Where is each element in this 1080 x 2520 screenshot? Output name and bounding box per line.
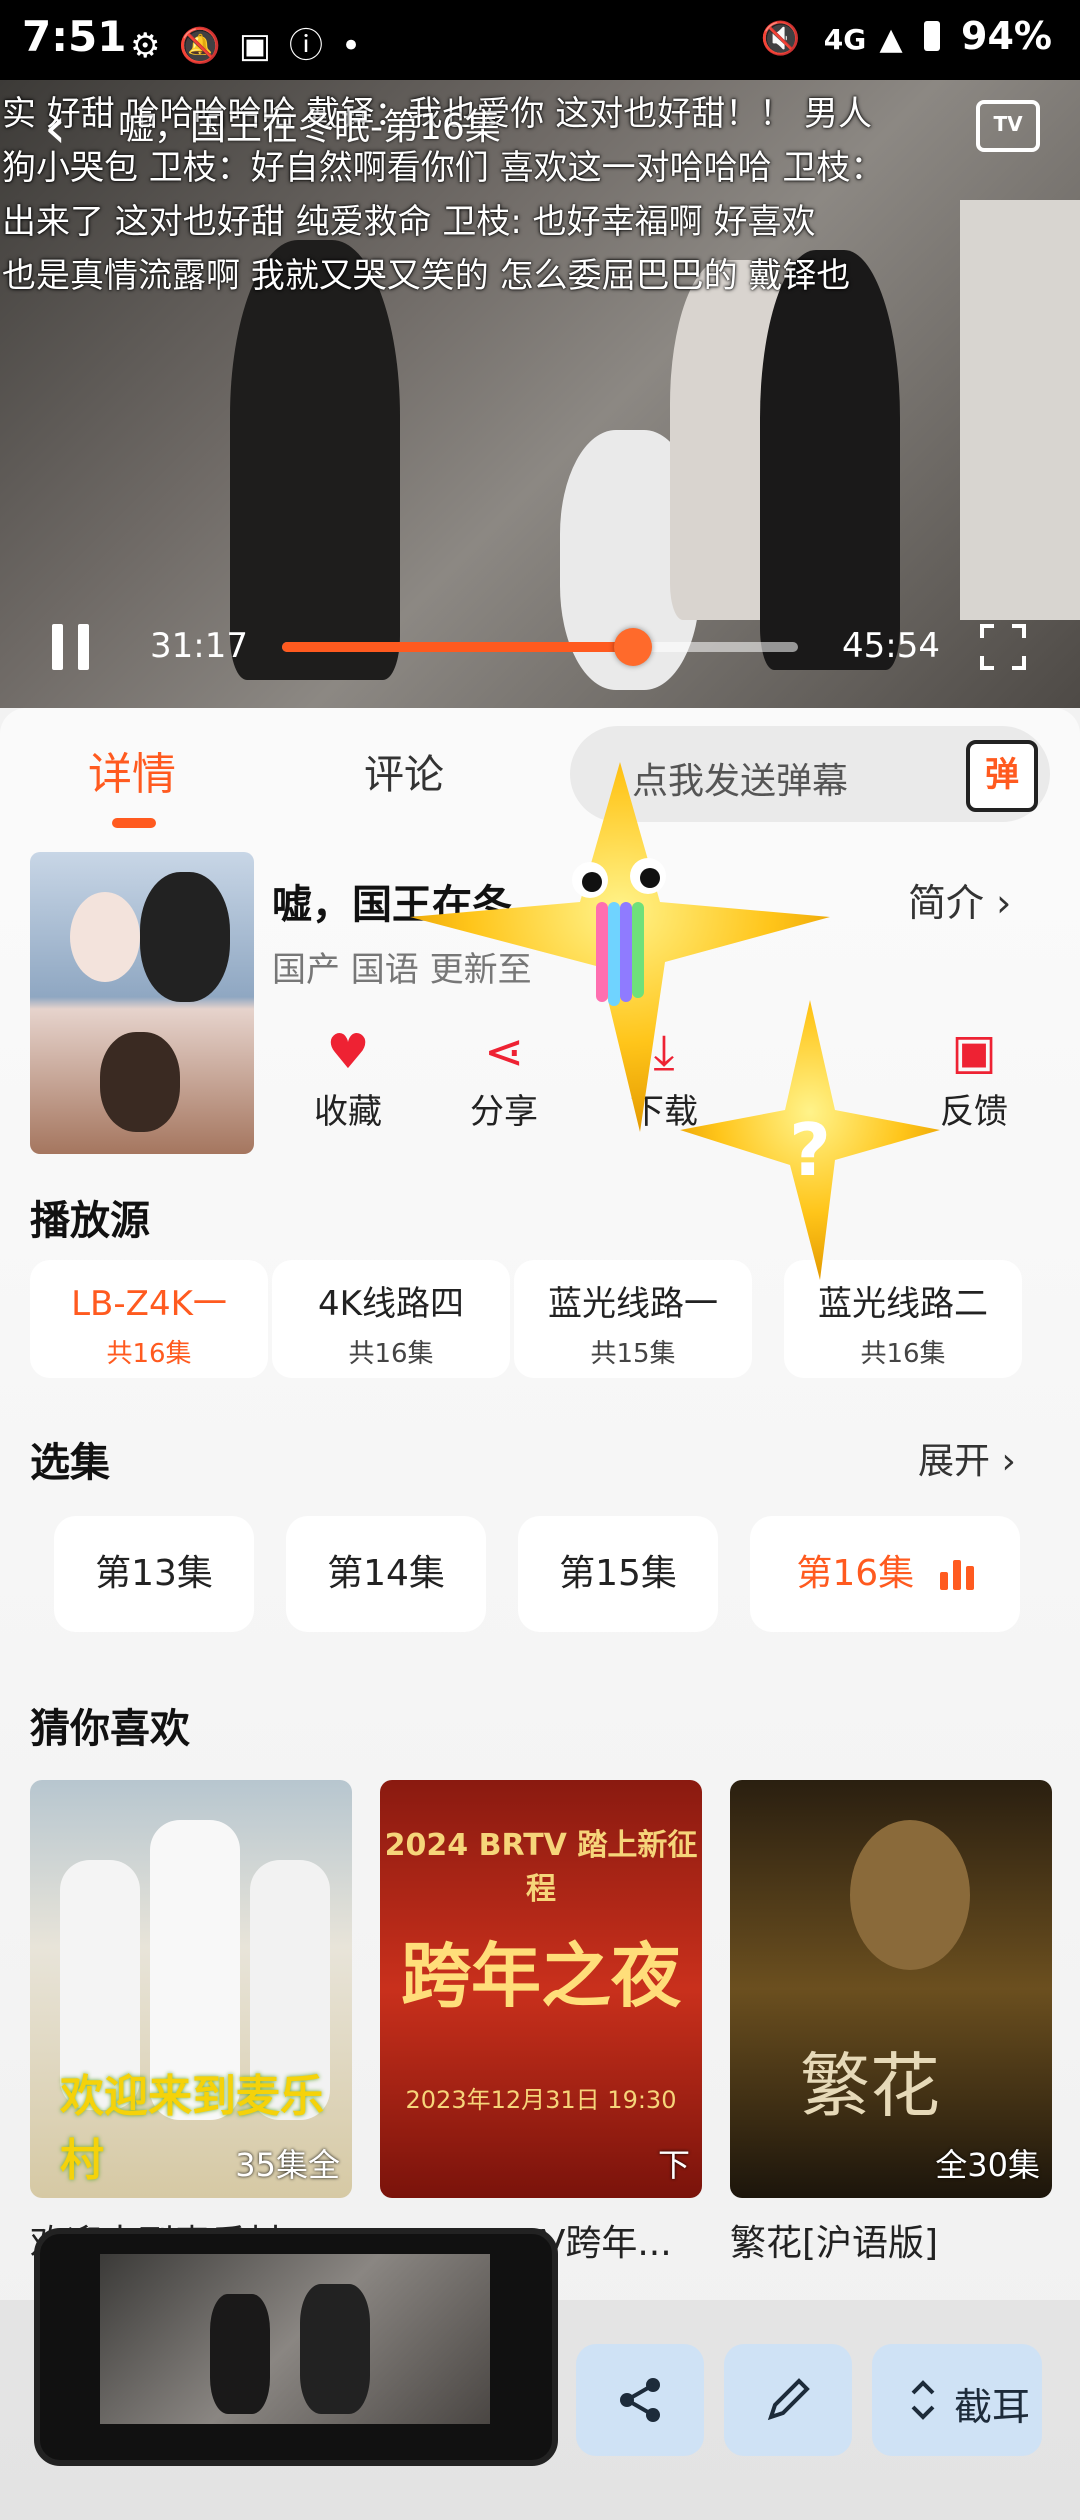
expand-link[interactable]: 展开 ›: [918, 1432, 1016, 1484]
svg-text:?: ?: [789, 1108, 831, 1192]
recommend-badge: 下: [657, 2146, 690, 2184]
progress-knob[interactable]: [613, 628, 652, 666]
recommend-badge: 全30集: [935, 2146, 1040, 2184]
source-name: 蓝光线路一: [548, 1284, 718, 1324]
poster-title-art: 繁花: [800, 2045, 940, 2127]
tab-indicator: [112, 818, 156, 828]
preview-image: [100, 2254, 490, 2424]
status-icons-right: 🔇 4G ▲ 94%: [761, 14, 1052, 58]
info-icon: ⓘ: [288, 26, 341, 66]
poster-title-art: 跨年之夜: [401, 1935, 681, 2017]
edit-fab[interactable]: [724, 2344, 852, 2456]
tab-details[interactable]: 详情: [88, 738, 176, 802]
screenshot-preview[interactable]: [34, 2228, 558, 2466]
recommend-card[interactable]: 繁花 全30集: [730, 1780, 1052, 2198]
progress-fill: [282, 642, 633, 652]
episode-button[interactable]: 第13集: [54, 1516, 254, 1632]
recommend-card[interactable]: 欢迎来到麦乐村 35集全: [30, 1780, 352, 2198]
episode-button[interactable]: 第15集: [518, 1516, 718, 1632]
poster-face: [850, 1820, 970, 1970]
poster-date: 2023年12月31日 19:30: [405, 2086, 677, 2114]
episode-label: 第16集: [796, 1553, 915, 1594]
danmaku-line: 也是真情流露啊 我就又哭又笑的 怎么委屈巴巴的 戴铎也: [2, 256, 851, 296]
signal-icon: ▲: [879, 22, 903, 57]
scene-wall: [960, 200, 1080, 620]
total-time: 45:54: [842, 626, 940, 666]
current-time: 31:17: [150, 626, 248, 666]
mute-icon: 🔇: [760, 19, 801, 57]
source-count: 共16集: [106, 1339, 192, 1369]
battery-icon: [923, 21, 940, 51]
source-name: 4K线路四: [318, 1284, 464, 1324]
app-icon: ▣: [238, 26, 289, 66]
status-time: 7:51: [22, 12, 127, 61]
scroll-capture-label: 截耳: [954, 2385, 1031, 2429]
recommend-badge: 35集全: [235, 2146, 340, 2184]
source-name: LB-Z4K一: [71, 1284, 227, 1324]
gear-icon: ⚙: [130, 26, 179, 66]
poster-face: [70, 892, 140, 982]
poster-face: [100, 1032, 180, 1132]
preview-figure: [300, 2284, 370, 2414]
recommend-title: 猜你喜欢: [30, 1706, 190, 1752]
status-bar: 7:51 ⚙🔕▣ⓘ• 🔇 4G ▲ 94%: [0, 0, 1080, 80]
source-card[interactable]: 4K线路四 共16集: [272, 1260, 510, 1378]
scene-figure: [760, 250, 900, 670]
back-button[interactable]: ‹: [44, 96, 66, 161]
danmaku-line: 出来了 这对也好甜 纯爱救命 卫枝: 也好幸福啊 好喜欢: [2, 202, 816, 242]
no-bell-icon: 🔕: [178, 26, 239, 66]
tv-label: TV: [993, 112, 1023, 136]
poster-subtitle: 2024 BRTV 踏上新征程: [384, 1828, 698, 1907]
battery-percent: 94%: [961, 14, 1052, 58]
scroll-capture-fab[interactable]: 截耳: [872, 2344, 1042, 2456]
favorite-button[interactable]: ♥ 收藏: [288, 1020, 408, 1133]
expand-vertical-icon: [911, 2380, 935, 2420]
heart-icon: ♥: [326, 1024, 370, 1080]
source-count: 共16集: [348, 1339, 434, 1369]
pencil-icon: [767, 2378, 810, 2421]
playing-bars-icon: [939, 1560, 974, 1590]
share-icon: [620, 2378, 660, 2422]
status-icons-left: ⚙🔕▣ⓘ•: [130, 18, 379, 67]
pause-icon: [52, 624, 63, 670]
intro-link[interactable]: 简介 ›: [908, 872, 1011, 927]
recommend-item-title[interactable]: 繁花[沪语版]: [730, 2214, 938, 2266]
fullscreen-button[interactable]: [980, 624, 1026, 670]
video-player[interactable]: 实 好甜 哈哈哈哈哈 戴铎：我也爱你 这对也好甜！！ 男人 狗小哭包 卫枝：好自…: [0, 80, 1080, 708]
video-title: 嘘，国王在冬眠-第16集: [118, 107, 501, 148]
preview-figure: [210, 2294, 270, 2414]
favorite-label: 收藏: [314, 1092, 382, 1132]
source-name: 蓝光线路二: [818, 1284, 988, 1324]
episodes-title: 选集: [30, 1440, 110, 1486]
source-card[interactable]: LB-Z4K一 共16集: [30, 1260, 268, 1378]
fullscreen-icon: [980, 624, 1026, 670]
pause-button[interactable]: [52, 624, 92, 670]
source-count: 共15集: [590, 1339, 676, 1369]
share-fab[interactable]: [576, 2344, 704, 2456]
source-count: 共16集: [860, 1339, 946, 1369]
poster-hair: [140, 872, 230, 1002]
scene-figure: [230, 240, 400, 680]
pause-icon-bar: [78, 624, 89, 670]
progress-bar[interactable]: [282, 628, 798, 666]
tv-cast-button[interactable]: TV: [976, 100, 1040, 152]
recommend-card[interactable]: 2024 BRTV 踏上新征程 跨年之夜 2023年12月31日 19:30 下: [380, 1780, 702, 2198]
episode-button[interactable]: 第14集: [286, 1516, 486, 1632]
episode-button-active[interactable]: 第16集: [750, 1516, 1020, 1632]
star-sticker-question: ?: [680, 1000, 940, 1280]
show-poster[interactable]: [30, 852, 254, 1154]
dot-icon: •: [340, 26, 380, 66]
danmaku-toggle-button[interactable]: 弹: [966, 740, 1038, 812]
network-label: 4G: [823, 23, 867, 56]
sources-title: 播放源: [30, 1198, 150, 1244]
